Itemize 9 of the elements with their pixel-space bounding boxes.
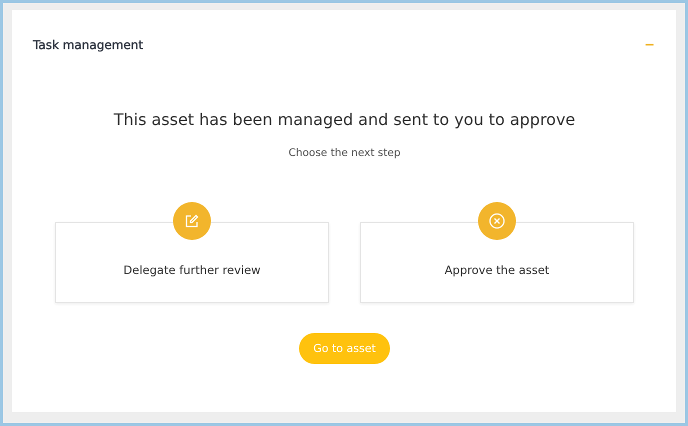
panel-title: Task management [33, 38, 144, 52]
heading: This asset has been managed and sent to you to approve [112, 110, 576, 129]
edit-icon [185, 214, 199, 228]
cancel-icon [489, 213, 505, 229]
option-card[interactable]: Approve the asset [360, 222, 634, 303]
option-card[interactable]: Delegate further review [55, 222, 329, 303]
subheading: Choose the next step [288, 147, 402, 159]
option-label: Approve the asset [444, 262, 550, 276]
option-label: Delegate further review [123, 262, 261, 276]
